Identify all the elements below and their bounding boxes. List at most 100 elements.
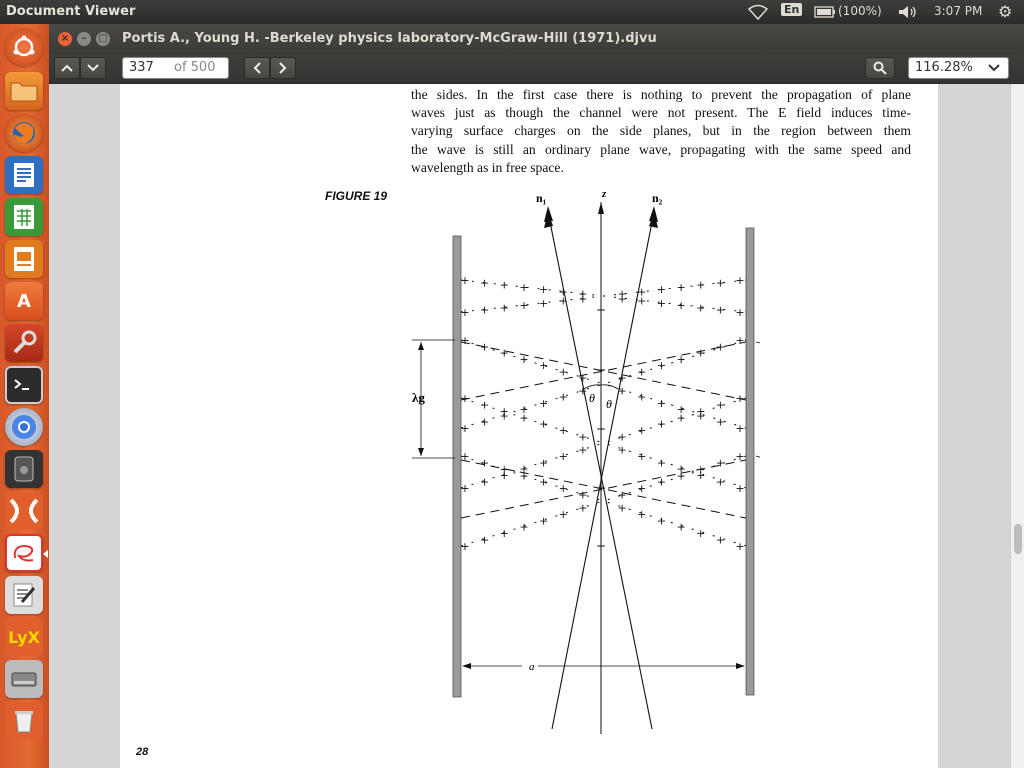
zoom-select[interactable]: 116.28% [908,57,1009,79]
maximize-button[interactable]: □ [96,32,110,46]
surface-charge-plus: + [676,299,685,312]
lyx-icon[interactable]: LyX [5,618,43,656]
keyboard-layout-indicator[interactable]: En [781,3,803,16]
firefox-icon[interactable] [5,114,43,152]
vertical-scrollbar[interactable] [1010,84,1024,768]
toolbox-icon[interactable] [5,492,43,530]
calc-icon[interactable] [5,198,43,236]
surface-charge-plus: + [676,353,685,366]
minimize-button[interactable]: – [77,32,91,46]
surface-charge-plus: + [676,281,685,294]
window-title: Portis A., Young H. -Berkeley physics la… [122,31,657,46]
surface-charge-plus: + [500,347,509,360]
surface-charge-plus: + [519,411,528,424]
lambda-g-arrow-down [418,448,424,456]
surface-charge-plus: + [618,431,627,444]
surface-charge-plus: + [539,297,548,310]
surface-charge-plus: + [637,285,646,298]
settings-icon[interactable] [5,324,43,362]
dash-home-icon[interactable] [5,28,43,66]
surface-charge-plus: + [460,422,469,435]
surface-charge-plus: + [637,450,646,463]
surface-charge-plus: + [637,391,646,404]
wifi-icon[interactable] [747,4,769,23]
surface-charge-plus: + [716,476,725,489]
surface-charge-plus: + [539,514,548,527]
document-viewer-icon[interactable] [5,534,43,572]
impress-icon[interactable] [5,240,43,278]
surface-charge-plus: + [460,334,469,347]
surface-charge-plus: + [559,482,568,495]
trash-icon[interactable] [5,702,43,740]
chevron-up-icon [61,64,73,72]
lambda-g-arrow-up [418,342,424,350]
surface-charge-plus: + [500,279,509,292]
axis-node: + [596,422,606,436]
surface-charge-plus: + [637,424,646,437]
terminal-icon[interactable] [5,366,43,404]
surface-charge-plus: + [696,301,705,314]
files-icon[interactable] [5,72,43,110]
next-page-button[interactable] [270,57,296,79]
surface-charge-plus: + [519,281,528,294]
surface-charge-plus: + [657,456,666,469]
surface-charge-plus: + [559,391,568,404]
writer-icon[interactable] [5,156,43,194]
search-button[interactable] [865,57,895,79]
running-indicator [43,550,48,558]
battery-icon[interactable] [814,6,836,21]
surface-charge-plus: + [618,372,627,385]
close-button[interactable]: × [58,32,72,46]
surface-charge-plus: + [578,431,587,444]
current-page-value[interactable]: 337 [129,60,154,75]
surface-charge-plus: + [716,340,725,353]
surface-charge-plus: + [539,359,548,372]
label-theta-left: θ [589,391,595,405]
surface-charge-plus: + [637,365,646,378]
lambda-o-tick-bottom [755,455,760,458]
surface-charge-plus: + [618,489,627,502]
surface-charge-plus: + [578,384,587,397]
surface-charge-plus: + [657,297,666,310]
surface-charge-plus: + [480,304,489,317]
app-title: Document Viewer [6,4,136,19]
surface-charge-plus: + [539,418,548,431]
battery-percentage: (100%) [838,4,882,18]
surface-charge-plus: + [657,514,666,527]
gear-icon[interactable]: ⚙ [998,2,1012,21]
backup-drive-icon[interactable] [5,660,43,698]
disk-utility-icon[interactable] [5,450,43,488]
scrollbar-thumb[interactable] [1014,524,1022,554]
surface-charge-plus: + [657,397,666,410]
surface-charge-plus: + [460,306,469,319]
previous-page-button[interactable] [244,57,270,79]
surface-charge-plus: + [696,527,705,540]
surface-charge-plus: + [578,292,587,305]
document-view[interactable]: the sides. In the first case there is no… [49,84,1010,768]
surface-charge-plus: + [676,469,685,482]
surface-charge-plus: + [559,508,568,521]
surface-charge-plus: + [500,405,509,418]
chevron-down-icon [87,64,99,72]
surface-charge-plus: + [735,540,744,553]
label-n2: n₂ [652,191,663,205]
previous-result-button[interactable] [54,57,80,79]
clock[interactable]: 3:07 PM [934,4,982,18]
z-axis-arrowhead [598,202,604,214]
surface-charge-plus: + [696,279,705,292]
surface-charge-plus: + [696,463,705,476]
surface-charge-plus: + [716,456,725,469]
surface-charge-plus: + [735,482,744,495]
a-arrow-right [736,663,745,669]
text-editor-icon[interactable] [5,576,43,614]
surface-charge-plus: + [696,347,705,360]
next-result-button[interactable] [80,57,106,79]
chromium-icon[interactable] [5,408,43,446]
software-center-icon[interactable]: A [5,282,43,320]
surface-charge-plus: + [480,476,489,489]
label-z: z [601,188,607,200]
volume-icon[interactable] [898,5,918,22]
surface-charge-plus: + [657,476,666,489]
page-number-field[interactable]: 337 of 500 [122,57,229,79]
surface-charge-plus: + [657,418,666,431]
